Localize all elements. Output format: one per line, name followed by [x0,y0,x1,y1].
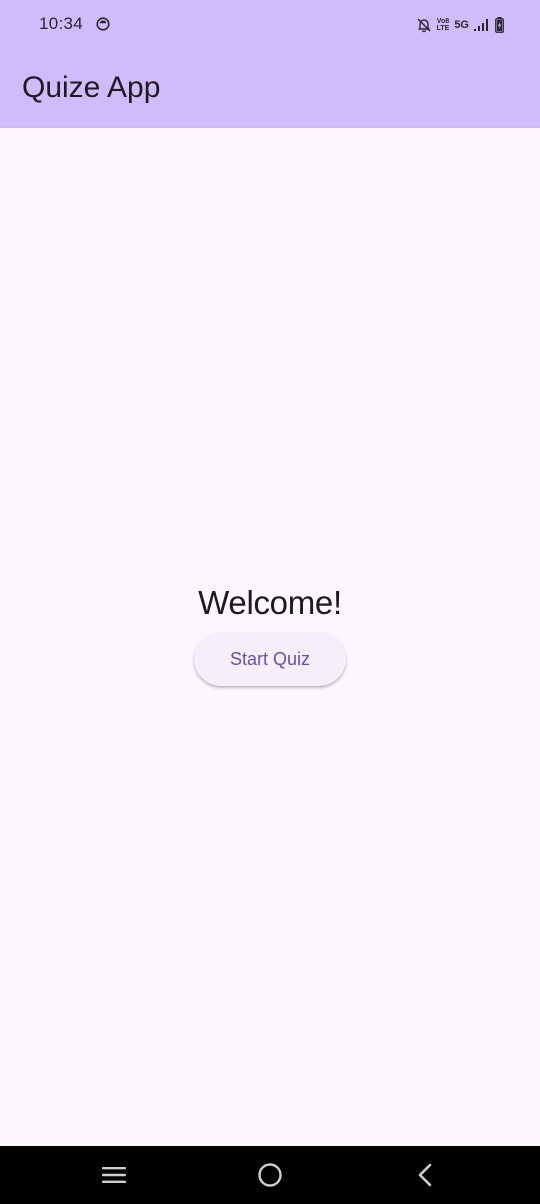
navigation-bar [0,1146,540,1204]
main-content: Welcome! Start Quiz [0,128,540,1146]
signal-icon [474,19,488,31]
status-icons: Vo8 LTE 5G [416,15,504,35]
volte-indicator: Vo8 LTE [437,18,450,32]
start-quiz-button[interactable]: Start Quiz [194,632,346,686]
home-icon [258,1163,282,1187]
back-icon [418,1163,432,1187]
home-button[interactable] [230,1146,310,1204]
recents-icon [102,1167,126,1183]
volte-line2: LTE [436,25,450,32]
bell-off-icon [417,18,431,33]
battery-charging-icon [495,17,504,33]
welcome-heading: Welcome! [198,584,342,621]
app-title: Quize App [22,71,161,104]
recents-button[interactable] [74,1146,154,1204]
status-bar: 10:34 Vo8 LTE 5G [0,0,540,50]
volte-line1: Vo8 [436,18,450,25]
top-area: 10:34 Vo8 LTE 5G Quize App [0,0,540,128]
back-button[interactable] [385,1146,465,1204]
network-type: 5G [454,19,469,31]
status-time: 10:34 [39,14,84,33]
notification-circle-icon [96,17,110,31]
